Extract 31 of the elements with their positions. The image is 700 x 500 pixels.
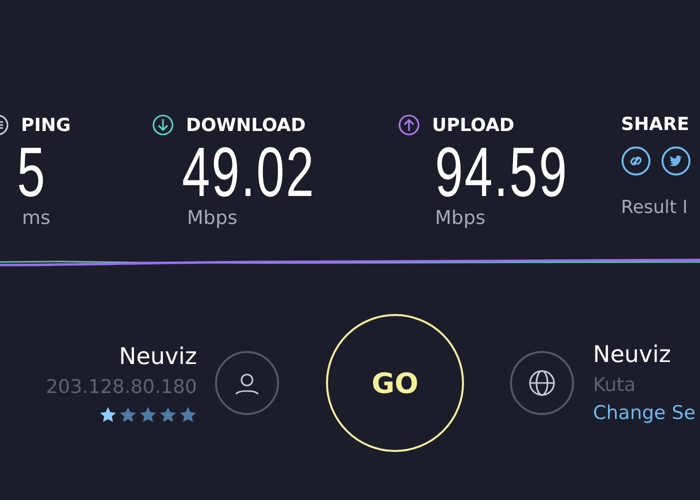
go-button[interactable]: GO	[326, 314, 464, 452]
star-icon	[139, 406, 157, 422]
change-server-link[interactable]: Change Se	[593, 402, 696, 424]
star-icon	[119, 406, 137, 422]
metric-value: 94.59	[435, 137, 568, 207]
metric-label: DOWNLOAD	[186, 114, 306, 136]
link-icon	[621, 146, 651, 176]
metric-unit: Mbps	[435, 207, 486, 229]
ip-address: 203.128.80.180	[46, 376, 197, 398]
metric-value: 5	[17, 137, 46, 207]
share-label: SHARE	[621, 113, 690, 137]
provider-name: Neuviz	[118, 344, 197, 370]
twitter-icon	[661, 146, 691, 176]
star-icon	[99, 406, 117, 422]
result-label: Result I	[621, 197, 689, 218]
provider-button[interactable]	[215, 351, 279, 415]
server-name: Neuviz	[593, 342, 672, 368]
server-location: Kuta	[593, 374, 637, 396]
metric-label: PING	[21, 114, 71, 136]
metric-unit: ms	[22, 207, 52, 229]
globe-icon	[528, 369, 556, 397]
server-button[interactable]	[510, 351, 574, 415]
metric-value: 49.02	[182, 137, 316, 207]
upload-icon	[398, 114, 420, 136]
download-icon	[152, 114, 174, 136]
metric-unit: Mbps	[187, 207, 238, 229]
person-icon	[234, 370, 260, 396]
star-rating[interactable]	[99, 406, 197, 422]
star-icon	[159, 406, 177, 422]
metric-label: UPLOAD	[432, 114, 514, 136]
star-icon	[179, 406, 197, 422]
